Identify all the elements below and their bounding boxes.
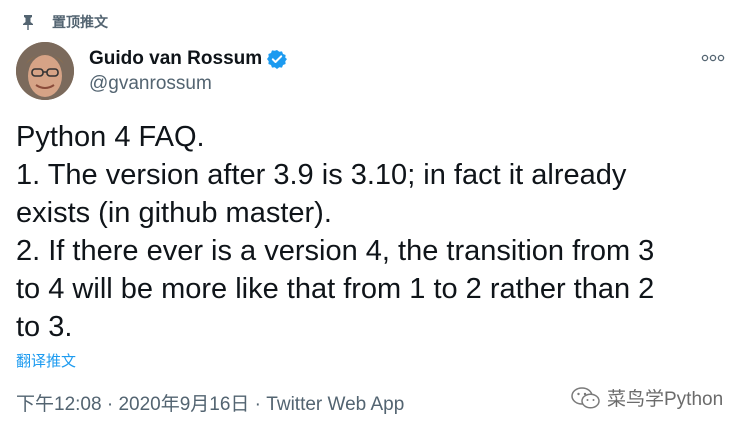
tweet-line: Python 4 FAQ.	[16, 121, 205, 153]
meta-separator: ·	[249, 394, 267, 415]
tweet-line: 2. If there ever is a version 4, the tra…	[16, 235, 655, 267]
avatar-image	[16, 42, 74, 100]
tweet-line: to 3.	[16, 311, 73, 343]
source-app-link[interactable]: Twitter Web App	[266, 394, 404, 415]
watermark: 菜鸟学Python	[571, 384, 723, 411]
translate-tweet-link[interactable]: 翻译推文	[16, 350, 76, 371]
pinned-text: 置顶推文	[52, 14, 108, 30]
tweet-time[interactable]: 下午12:08	[16, 394, 102, 415]
watermark-text: 菜鸟学Python	[607, 389, 724, 410]
tweet-line: exists (in github master).	[16, 197, 332, 229]
user-handle[interactable]: @gvanrossum	[89, 73, 212, 95]
wechat-icon	[571, 386, 600, 409]
pin-icon	[23, 15, 33, 30]
tweet-line: 1. The version after 3.9 is 3.10; in fac…	[16, 159, 627, 191]
pinned-tweet-label: 置顶推文	[20, 11, 108, 33]
verified-badge-icon	[267, 50, 288, 69]
tweet-line: to 4 will be more like that from 1 to 2 …	[16, 273, 655, 305]
display-name[interactable]: Guido van Rossum	[89, 48, 262, 70]
meta-separator: ·	[101, 394, 119, 415]
avatar[interactable]	[16, 42, 74, 100]
tweet-date[interactable]: 2020年9月16日	[118, 394, 249, 415]
more-options-icon[interactable]	[700, 51, 726, 65]
tweet-meta: 下午12:08 · 2020年9月16日 · Twitter Web App	[16, 389, 404, 416]
tweet-text: Python 4 FAQ. 1. The version after 3.9 i…	[16, 118, 736, 346]
